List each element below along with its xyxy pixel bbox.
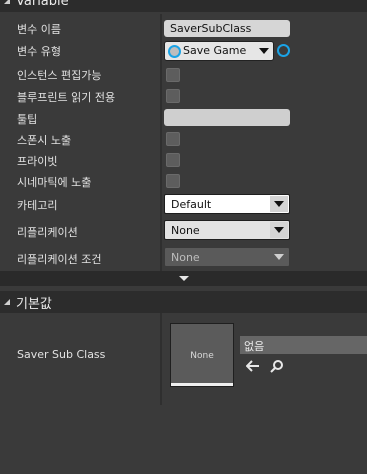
blueprint-read-only-label: 블루프린트 읽기 전용	[17, 91, 116, 104]
advanced-expander[interactable]	[0, 271, 367, 286]
expose-to-cinematics-checkbox[interactable]	[166, 174, 180, 188]
tooltip-label: 툴팁	[17, 113, 38, 126]
replication-condition-label: 리플리케이션 조건	[17, 253, 102, 266]
variable-section-header[interactable]: Variable	[0, 0, 367, 12]
expand-arrow-icon	[178, 276, 189, 281]
replication-condition-value: None	[171, 251, 200, 264]
collapse-triangle-icon	[4, 299, 10, 305]
replication-dropdown[interactable]: None	[164, 220, 290, 240]
expose-on-spawn-label: 스폰시 노출	[17, 134, 72, 147]
replication-value: None	[171, 224, 200, 237]
row-expose-on-spawn: 스폰시 노출	[0, 129, 367, 150]
collapse-triangle-icon	[4, 0, 10, 4]
variable-type-value: Save Game	[183, 44, 247, 57]
category-value: Default	[171, 198, 212, 211]
row-blueprint-read-only: 블루프린트 읽기 전용	[0, 86, 367, 107]
asset-picker-combo[interactable]: 없음	[240, 336, 367, 354]
variable-type-dropdown[interactable]: Save Game	[164, 41, 274, 61]
variable-type-label: 변수 유형	[17, 45, 61, 58]
pin-type-icon	[168, 45, 181, 58]
thumbnail-underline	[171, 383, 233, 386]
private-checkbox[interactable]	[166, 153, 180, 167]
category-dropdown[interactable]: Default	[164, 194, 290, 214]
variable-name-input[interactable]: SaverSubClass	[164, 20, 290, 37]
asset-thumbnail[interactable]: None	[170, 323, 234, 387]
instance-editable-checkbox[interactable]	[166, 68, 180, 82]
variable-section-title: Variable	[16, 0, 69, 9]
row-expose-to-cinematics: 시네마틱에 노출	[0, 171, 367, 192]
default-value-section-header[interactable]: 기본값	[0, 291, 367, 313]
instance-editable-label: 인스턴스 편집가능	[17, 69, 102, 82]
chevron-down-icon	[259, 48, 269, 54]
expose-to-cinematics-label: 시네마틱에 노출	[17, 176, 92, 189]
chevron-down-icon	[274, 227, 284, 233]
tooltip-input[interactable]	[164, 109, 290, 126]
expose-on-spawn-checkbox[interactable]	[166, 132, 180, 146]
replication-condition-dropdown[interactable]: None	[164, 247, 290, 267]
row-instance-editable: 인스턴스 편집가능	[0, 64, 367, 85]
search-icon[interactable]	[269, 358, 285, 374]
arrow-left-icon[interactable]	[245, 358, 261, 374]
row-private: 프라이빗	[0, 150, 367, 171]
chevron-down-icon	[274, 254, 284, 260]
container-type-icon[interactable]	[277, 44, 290, 57]
blueprint-read-only-checkbox[interactable]	[166, 89, 180, 103]
category-label: 카테고리	[17, 199, 58, 212]
chevron-down-icon	[274, 201, 284, 207]
saver-sub-class-label: Saver Sub Class	[17, 348, 106, 361]
private-label: 프라이빗	[17, 155, 58, 168]
variable-name-label: 변수 이름	[17, 23, 61, 36]
thumbnail-none-text: None	[190, 351, 214, 361]
default-value-section-title: 기본값	[16, 296, 52, 312]
replication-label: 리플리케이션	[17, 226, 78, 239]
